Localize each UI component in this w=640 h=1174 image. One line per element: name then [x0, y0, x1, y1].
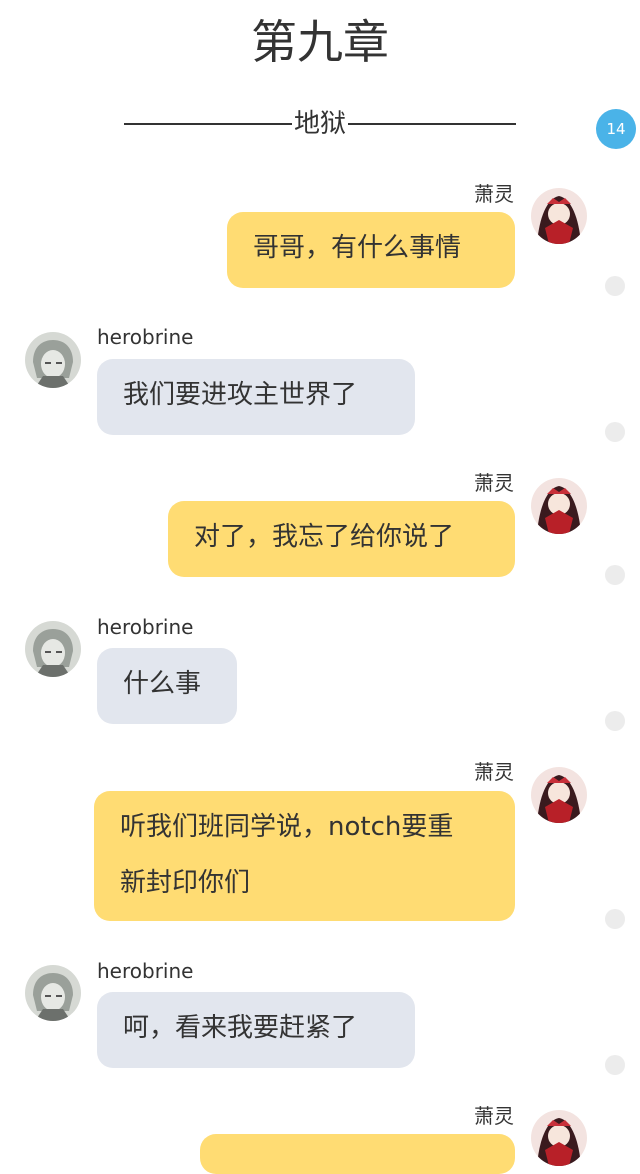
herobrine-avatar-icon[interactable]	[25, 965, 81, 1021]
subtitle-left-rule	[123, 123, 292, 125]
anime-girl-avatar-icon[interactable]	[531, 1110, 587, 1166]
message-bubble[interactable]: 对了，我忘了给你说了	[168, 501, 515, 577]
sender-name: 萧灵	[474, 182, 514, 206]
select-radio[interactable]	[605, 276, 625, 296]
message-bubble[interactable]: 哥哥，有什么事情	[227, 212, 515, 288]
sender-name: herobrine	[97, 615, 194, 639]
message-line: 听我们班同学说，notch要重	[120, 812, 454, 842]
message-bubble[interactable]: 我们要进攻主世界了	[97, 359, 415, 435]
message-bubble[interactable]: 听我们班同学说，notch要重 新封印你们	[94, 791, 515, 921]
herobrine-avatar-icon[interactable]	[25, 621, 81, 677]
chapter-subtitle: 地狱	[0, 104, 640, 144]
message-bubble[interactable]: 什么事	[97, 648, 237, 724]
sender-name: herobrine	[97, 959, 194, 983]
anime-girl-avatar-icon[interactable]	[531, 188, 587, 244]
sender-name: 萧灵	[474, 760, 514, 784]
sender-name: 萧灵	[474, 1104, 514, 1128]
select-radio[interactable]	[605, 711, 625, 731]
chapter-title: 第九章	[251, 15, 389, 69]
anime-girl-avatar-icon[interactable]	[531, 478, 587, 534]
sender-name: herobrine	[97, 325, 194, 349]
herobrine-avatar-icon[interactable]	[25, 332, 81, 388]
select-radio[interactable]	[605, 909, 625, 929]
select-radio[interactable]	[605, 565, 625, 585]
message-bubble[interactable]	[200, 1134, 515, 1174]
subtitle-right-rule	[348, 123, 516, 125]
message-count-badge[interactable]: 14	[596, 109, 636, 149]
message-line: 新封印你们	[120, 868, 251, 898]
anime-girl-avatar-icon[interactable]	[531, 767, 587, 823]
select-radio[interactable]	[605, 1055, 625, 1075]
message-bubble[interactable]: 呵，看来我要赶紧了	[97, 992, 415, 1068]
subtitle-text: 地狱	[293, 109, 346, 139]
sender-name: 萧灵	[474, 471, 514, 495]
select-radio[interactable]	[605, 422, 625, 442]
